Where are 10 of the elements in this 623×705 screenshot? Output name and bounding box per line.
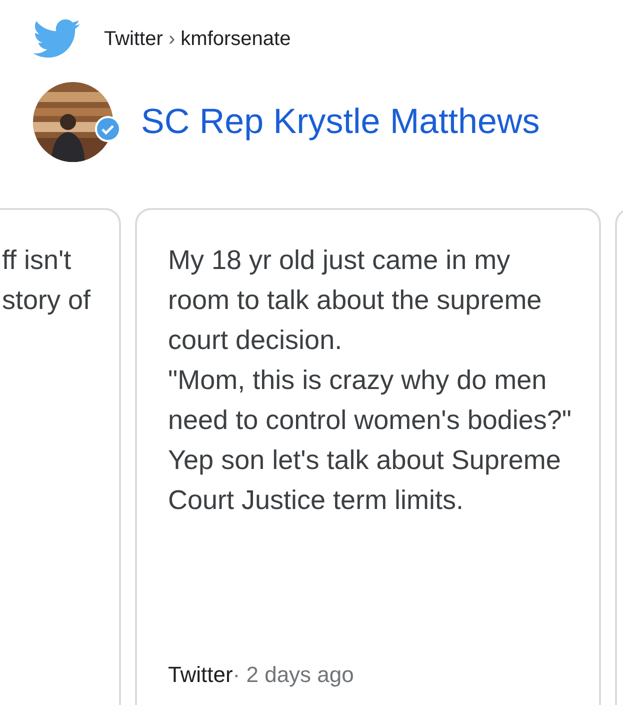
account-name-link[interactable]: SC Rep Krystle Matthews [141,102,540,142]
tweet-text: My 18 yr old just came in my room to talk about the supreme court decision. "Mom, this is crazy why do men need to control women's bodies?" Yep son let's talk about Supreme Court Justice term limits. [168,244,572,517]
tweet-card[interactable]: ff isn't story of [0,208,121,705]
tweet-source: Twitter [168,662,233,687]
tweet-text-line: story of [2,284,92,317]
tweet-time: · 2 days ago [232,662,354,687]
tweet-text-line: ff isn't [2,244,72,277]
bird-icon [33,19,80,59]
tweet-card[interactable] [135,208,601,705]
breadcrumb[interactable]: Twitter › kmforsenate [104,28,291,50]
